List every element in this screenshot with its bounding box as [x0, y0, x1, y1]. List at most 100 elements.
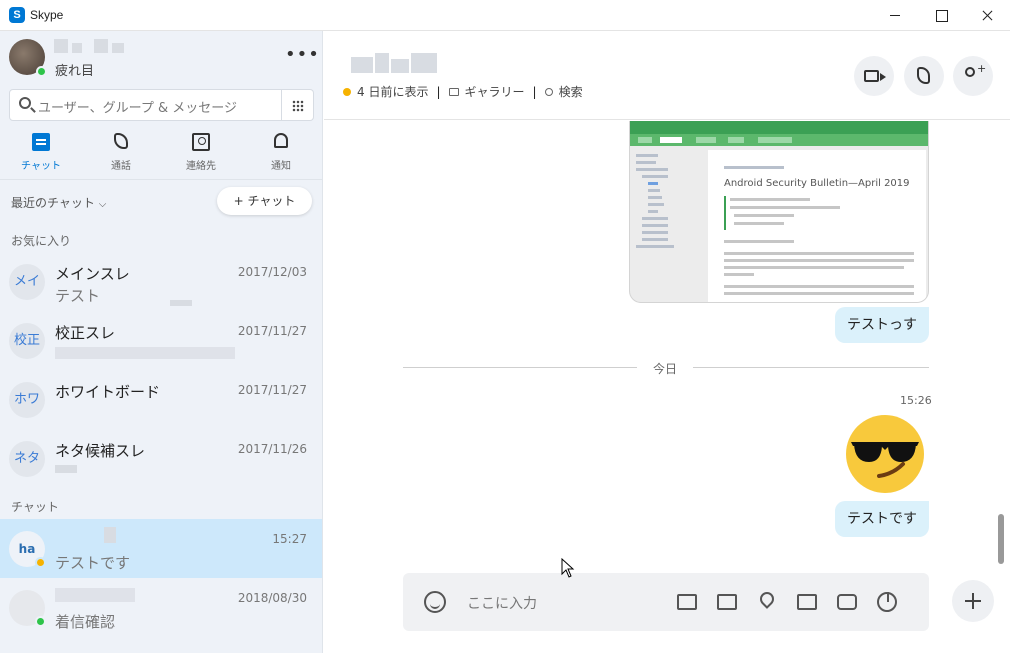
audio-call-button[interactable]: [904, 56, 944, 96]
chat-avatar: [9, 590, 46, 627]
tab-chat[interactable]: チャット: [1, 129, 81, 179]
window-title: Skype: [30, 8, 64, 22]
nav-tabs: チャット 通話 連絡先 通知: [0, 129, 322, 179]
clock-icon: [343, 87, 351, 96]
chat-name: ホワイトボード: [55, 383, 161, 401]
conversation-header: 4 日前に表示 | ギャラリー | 検索: [324, 31, 1010, 120]
tab-contacts-label: 連絡先: [186, 161, 216, 172]
shared-image-message[interactable]: Android Security Bulletin—April 2019: [629, 121, 929, 303]
chat-name: 校正スレ: [55, 324, 116, 342]
title-bar: S Skype: [0, 0, 1010, 31]
close-button[interactable]: [964, 0, 1010, 31]
chat-icon: [32, 133, 50, 151]
search-link[interactable]: 検索: [559, 83, 583, 100]
chat-date: 2017/11/27: [237, 383, 307, 397]
maximize-button[interactable]: [918, 0, 964, 31]
search-input[interactable]: ユーザー、グループ & メッセージ: [38, 97, 237, 116]
image-header-bar: [630, 121, 928, 134]
sunglasses-emoji-icon[interactable]: [845, 414, 925, 494]
minimize-button[interactable]: [872, 0, 918, 31]
chevron-down-icon: ⌵: [98, 199, 107, 210]
meta-separator: |: [532, 84, 537, 99]
meta-separator: |: [436, 84, 441, 99]
tab-calls-label: 通話: [111, 161, 131, 172]
image-content-panel: Android Security Bulletin—April 2019: [708, 150, 926, 302]
tab-chat-label: チャット: [21, 161, 61, 172]
message-scrollbar[interactable]: [998, 514, 1004, 564]
sidebar: 疲れ目 ••• ユーザー、グループ & メッセージ チャット 通話 連絡先 通知…: [0, 31, 323, 653]
last-seen-text: 4 日前に表示: [357, 85, 429, 99]
bell-icon: [274, 133, 288, 148]
recent-chats-label: 最近のチャット: [11, 196, 95, 210]
chats-label: チャット: [11, 500, 59, 514]
chat-list-item[interactable]: ネタ ネタ候補スレ 2017/11/26: [0, 429, 322, 488]
more-attachments-button[interactable]: [952, 580, 994, 622]
chat-list-item[interactable]: 着信確認 2018/08/30: [0, 578, 322, 637]
search-icon: [19, 97, 31, 109]
away-status-icon: [35, 557, 46, 568]
online-status-icon: [35, 616, 46, 627]
emoji-icon[interactable]: [424, 591, 446, 613]
contact-name-redacted: [351, 53, 437, 73]
poll-icon[interactable]: [875, 591, 899, 613]
favorites-label: お気に入り: [11, 234, 72, 248]
dialpad-icon: [292, 100, 304, 112]
send-image-icon[interactable]: [675, 591, 699, 613]
online-status-icon: [36, 66, 47, 77]
message-bubble[interactable]: テストです: [835, 501, 929, 537]
chat-preview: テスト: [55, 287, 101, 305]
divider: [0, 179, 322, 180]
skype-logo-icon: S: [9, 7, 25, 23]
dialpad-button[interactable]: [282, 89, 314, 121]
chat-preview: テストです: [55, 554, 131, 572]
new-chat-button[interactable]: + チャット: [217, 187, 312, 215]
video-call-button[interactable]: [854, 56, 894, 96]
gallery-link[interactable]: ギャラリー: [465, 83, 525, 100]
chat-avatar: ha: [9, 531, 46, 568]
chat-date: 2017/11/27: [237, 324, 307, 338]
chat-name: ネタ候補スレ: [55, 442, 146, 460]
tab-notifications-label: 通知: [271, 161, 291, 172]
chat-date: 2017/11/26: [237, 442, 307, 456]
gallery-icon: [448, 87, 459, 96]
chat-date: 2018/08/30: [237, 591, 307, 605]
message-input[interactable]: ここに入力: [467, 593, 537, 613]
video-camera-icon: [864, 70, 886, 82]
add-people-button[interactable]: [953, 56, 993, 96]
contacts-icon: [192, 133, 210, 151]
image-tab-bar: [630, 134, 928, 146]
chat-avatar: ホワ: [9, 382, 45, 418]
chat-avatar-initials: ha: [18, 542, 36, 556]
chat-date: 2017/12/03: [237, 265, 307, 279]
search-icon: [544, 87, 553, 96]
schedule-call-icon[interactable]: [835, 591, 859, 613]
phone-icon: [114, 133, 128, 149]
chat-list-item-active[interactable]: ha テストです 15:27: [0, 519, 322, 578]
day-divider-label: 今日: [653, 362, 678, 376]
more-options-icon[interactable]: •••: [285, 46, 320, 64]
add-person-icon: [965, 62, 986, 77]
chat-avatar: ネタ: [9, 441, 45, 477]
tab-contacts[interactable]: 連絡先: [161, 129, 241, 179]
profile-name-redacted: [54, 39, 124, 53]
profile-avatar[interactable]: [9, 39, 47, 77]
location-pin-icon[interactable]: [755, 589, 779, 613]
profile-status[interactable]: 疲れ目: [55, 60, 94, 79]
tab-calls[interactable]: 通話: [81, 129, 161, 179]
search-box[interactable]: ユーザー、グループ & メッセージ: [9, 89, 282, 121]
video-message-icon[interactable]: [715, 591, 739, 613]
recent-chats-dropdown[interactable]: 最近のチャット ⌵: [11, 194, 106, 211]
chat-date: 15:27: [272, 532, 307, 546]
chat-list-item[interactable]: 校正 校正スレ 2017/11/27: [0, 311, 322, 370]
chat-list-item[interactable]: メイ メインスレ テスト 2017/12/03: [0, 252, 322, 311]
message-bubble[interactable]: テストっす: [835, 307, 929, 343]
day-divider: 今日: [403, 362, 929, 376]
chat-name: メインスレ: [55, 265, 130, 283]
chat-avatar: 校正: [9, 323, 45, 359]
contact-card-icon[interactable]: [795, 591, 819, 613]
image-title-text: Android Security Bulletin—April 2019: [724, 178, 910, 189]
image-sidebar: [632, 150, 702, 300]
chat-list-item[interactable]: ホワ ホワイトボード 2017/11/27: [0, 370, 322, 429]
chat-preview: 着信確認: [55, 613, 116, 631]
tab-notifications[interactable]: 通知: [241, 129, 321, 179]
